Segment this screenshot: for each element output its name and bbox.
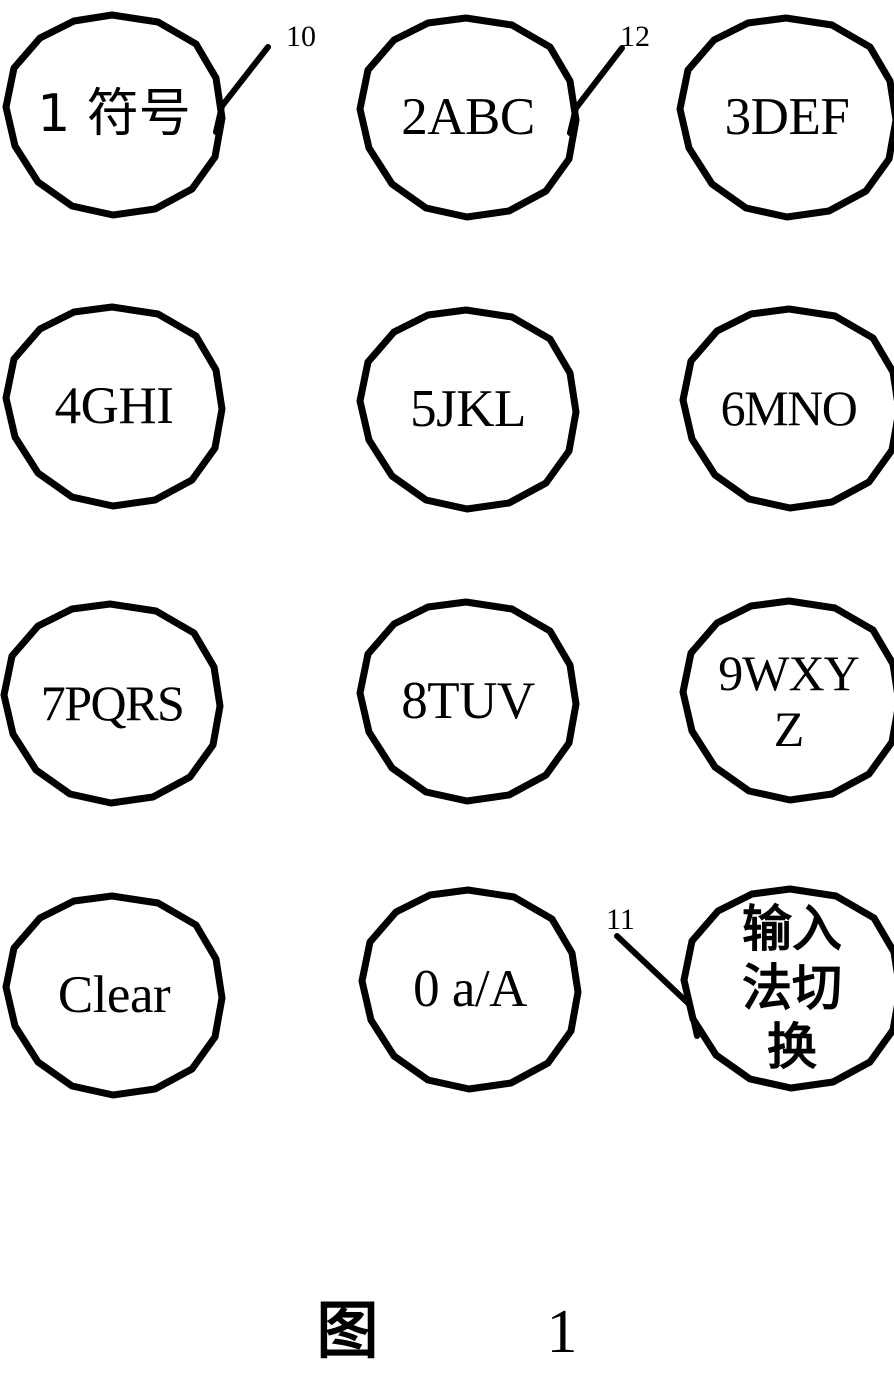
key-outline-9[interactable] (679, 597, 894, 804)
key-outline-7[interactable] (0, 600, 224, 807)
key-outline-2[interactable] (356, 14, 580, 221)
key-outline-6[interactable] (679, 305, 894, 512)
key-outline-3[interactable] (676, 14, 894, 221)
key-outline-1[interactable] (2, 11, 226, 219)
figure-caption: 图 1 (0, 1280, 894, 1370)
patent-figure: 1 符号 2ABC 3DEF 4GHI 5JKL 6MNO 7PQRS 8TUV… (0, 0, 894, 1392)
key-outline-ime[interactable] (680, 885, 894, 1092)
key-outline-0[interactable] (358, 886, 582, 1093)
figure-caption-char: 图 (316, 1294, 379, 1367)
key-outline-8[interactable] (356, 598, 580, 805)
figure-drawing (0, 11, 894, 1099)
key-outline-4[interactable] (2, 303, 226, 510)
key-outline-clear[interactable] (2, 892, 226, 1099)
key-outline-5[interactable] (356, 306, 580, 513)
figure-caption-number: 1 (546, 1298, 578, 1366)
